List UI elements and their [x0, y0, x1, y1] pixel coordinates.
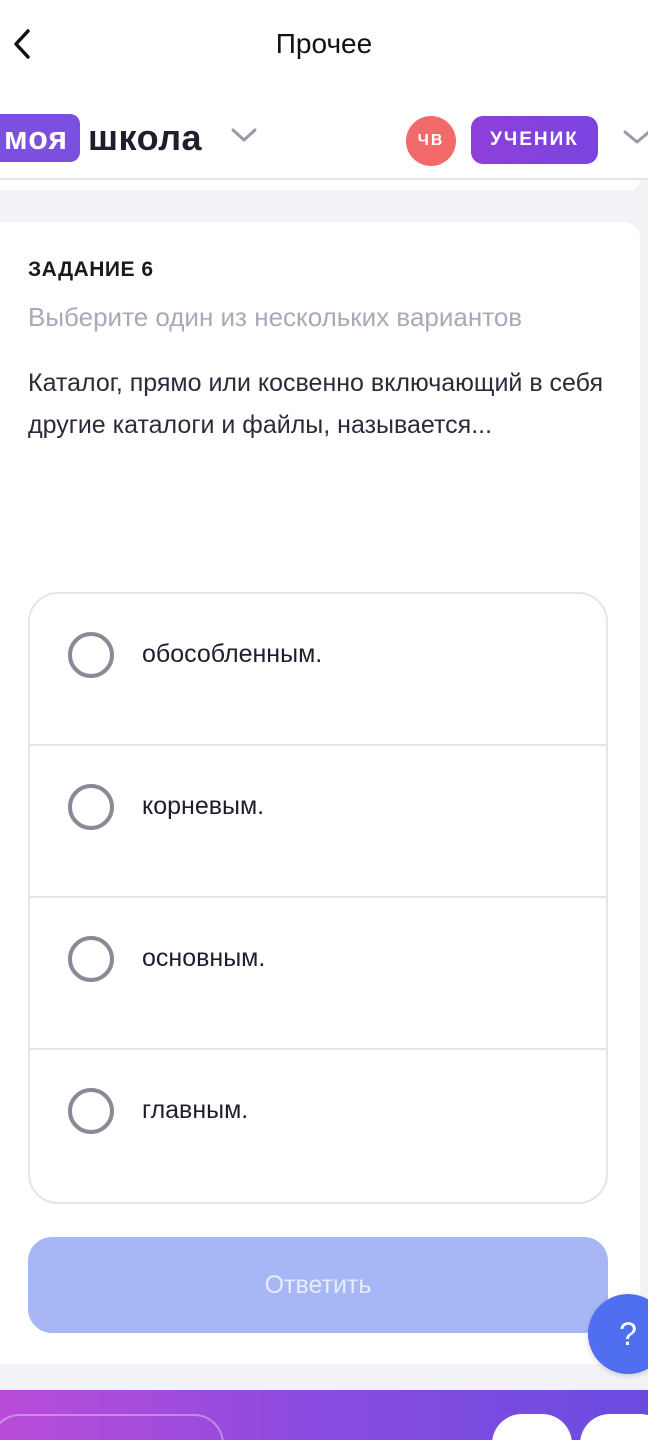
role-chevron-down-icon[interactable] [622, 128, 648, 146]
banner-pill-button[interactable] [580, 1414, 648, 1440]
radio-button[interactable] [68, 632, 114, 678]
answer-option[interactable]: корневым. [30, 746, 606, 898]
radio-button[interactable] [68, 784, 114, 830]
page: Прочее моя школа ЧВ УЧЕНИК ЗАДАНИЕ 6 Выб… [0, 0, 648, 1440]
task-question: Каталог, прямо или косвенно включающий в… [28, 369, 603, 439]
answer-options: обособленным. корневым. основным. главны… [28, 592, 608, 1204]
answer-option[interactable]: обособленным. [30, 594, 606, 746]
task-card: ЗАДАНИЕ 6 Выберите один из нескольких ва… [0, 222, 640, 1364]
task-label: ЗАДАНИЕ 6 [28, 258, 154, 281]
submit-answer-button[interactable]: Ответить [28, 1237, 608, 1333]
logo-word-text: школа [88, 117, 203, 158]
page-title: Прочее [275, 28, 373, 59]
previous-card-edge [0, 180, 640, 190]
chevron-down-icon[interactable] [230, 126, 258, 144]
banner-outline-button[interactable] [0, 1414, 224, 1440]
radio-button[interactable] [68, 1088, 114, 1134]
top-navigation-bar: Прочее [0, 0, 648, 90]
logo-box-text: моя [0, 114, 81, 162]
banner-pill-button[interactable] [492, 1414, 572, 1440]
option-label: основным. [142, 944, 266, 972]
user-avatar[interactable]: ЧВ [406, 116, 456, 166]
answer-option[interactable]: главным. [30, 1050, 606, 1202]
answer-option[interactable]: основным. [30, 898, 606, 1050]
logo[interactable]: моя школа [0, 114, 202, 162]
role-badge[interactable]: УЧЕНИК [471, 116, 598, 164]
option-label: корневым. [142, 792, 265, 820]
option-label: обособленным. [142, 640, 323, 668]
radio-button[interactable] [68, 936, 114, 982]
task-hint: Выберите один из нескольких вариантов [28, 302, 523, 332]
option-label: главным. [142, 1096, 249, 1124]
bottom-banner [0, 1390, 648, 1440]
